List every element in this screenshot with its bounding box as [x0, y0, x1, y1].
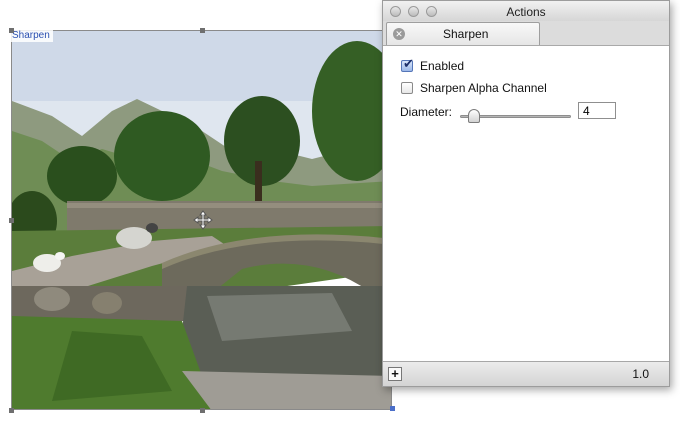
sharpen-alpha-label: Sharpen Alpha Channel — [420, 81, 547, 95]
resize-handle-bottom-middle[interactable] — [200, 408, 205, 413]
enabled-label: Enabled — [420, 59, 465, 73]
actions-panel: Actions ✕ Sharpen Enabled Sharpen Alpha … — [382, 0, 670, 387]
enabled-row: Enabled — [401, 57, 465, 73]
resize-handle-top-middle[interactable] — [200, 28, 205, 33]
alpha-row: Sharpen Alpha Channel — [401, 81, 547, 95]
diameter-label: Diameter: — [400, 105, 453, 119]
resize-handle-top-left[interactable] — [9, 28, 14, 33]
enabled-checkbox[interactable] — [401, 57, 414, 72]
diameter-slider-knob[interactable] — [467, 109, 480, 123]
tab-sharpen[interactable]: ✕ Sharpen — [386, 22, 540, 45]
resize-handle-bottom-left[interactable] — [9, 408, 14, 413]
sharpen-alpha-checkbox[interactable] — [401, 82, 413, 94]
titlebar: Actions — [383, 1, 669, 22]
tab-close-icon[interactable]: ✕ — [393, 28, 405, 40]
layer-name-label: Sharpen — [9, 30, 53, 42]
resize-handle-middle-left[interactable] — [9, 218, 14, 223]
action-settings: Enabled Sharpen Alpha Channel Diameter: — [383, 46, 669, 362]
diameter-field[interactable] — [578, 102, 616, 119]
move-cursor-icon — [193, 210, 213, 233]
tab-bar: ✕ Sharpen — [383, 21, 669, 46]
version-label: 1.0 — [632, 367, 649, 381]
window-title: Actions — [506, 5, 546, 19]
bottom-bar: + 1.0 — [383, 361, 669, 386]
add-action-button[interactable]: + — [388, 367, 402, 381]
tab-label: Sharpen — [443, 27, 489, 41]
resize-handle-bottom-right[interactable] — [390, 406, 395, 411]
